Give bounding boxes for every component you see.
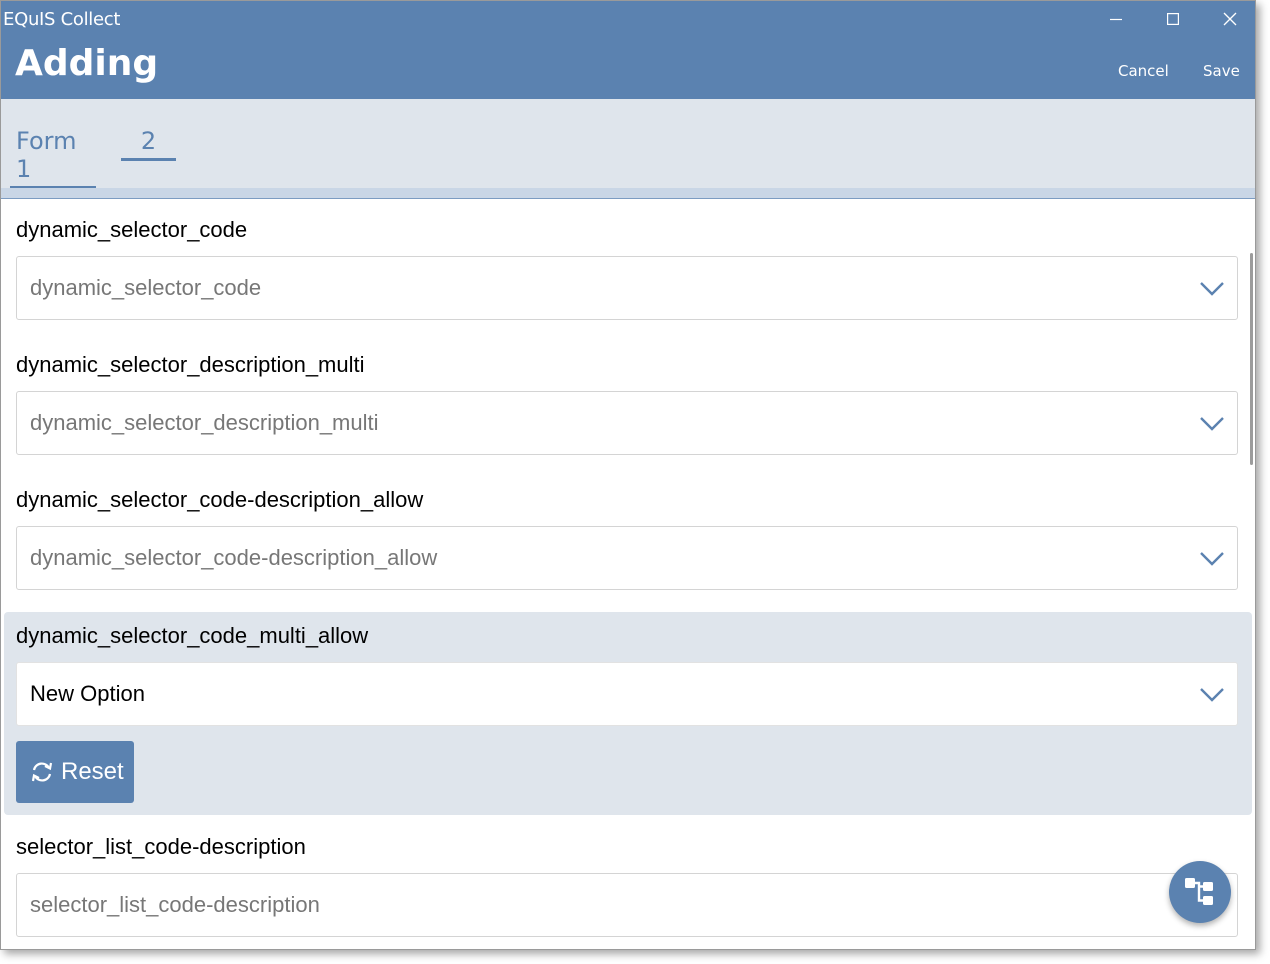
app-window: EQuIS Collect Adding Cancel Save Form 1 … [0, 0, 1256, 950]
close-window-button[interactable] [1202, 1, 1255, 37]
chevron-down-icon [1200, 688, 1224, 702]
form-tab-bar: Form 1 2 [1, 99, 1255, 189]
tab-form-1[interactable]: Form 1 [10, 127, 96, 189]
dynamic-selector-code-description-allow-select[interactable]: dynamic_selector_code-description_allow [16, 526, 1238, 590]
tab-divider [1, 188, 1255, 199]
field-label-selector-list-code-description: selector_list_code-description [16, 834, 306, 859]
field-label-dynamic-selector-code-description-allow: dynamic_selector_code-description_allow [16, 487, 424, 512]
maximize-button[interactable] [1145, 1, 1201, 37]
reset-button[interactable]: Reset [16, 741, 134, 803]
select-placeholder: dynamic_selector_code-description_allow [30, 545, 438, 570]
page-title: Adding [15, 43, 159, 84]
selector-list-code-description-select[interactable]: selector_list_code-description [16, 873, 1238, 937]
form-tree-button[interactable] [1169, 861, 1231, 923]
save-button[interactable]: Save [1203, 62, 1240, 80]
hierarchy-icon [1185, 878, 1213, 905]
select-value: New Option [30, 681, 145, 706]
field-label-dynamic-selector-code-multi-allow: dynamic_selector_code_multi_allow [16, 623, 369, 648]
select-placeholder: selector_list_code-description [30, 892, 320, 917]
chevron-down-icon [1200, 417, 1224, 431]
field-label-dynamic-selector-description-multi: dynamic_selector_description_multi [16, 352, 365, 377]
tab-2[interactable]: 2 [121, 127, 176, 161]
vertical-scrollbar[interactable] [1250, 253, 1253, 465]
maximize-icon [1167, 13, 1179, 25]
refresh-icon [31, 762, 53, 782]
dynamic-selector-code-multi-allow-select[interactable]: New Option [16, 662, 1238, 726]
app-title: EQuIS Collect [3, 9, 121, 30]
chevron-down-icon [1200, 552, 1224, 566]
minimize-button[interactable] [1088, 1, 1144, 37]
field-label-dynamic-selector-code: dynamic_selector_code [16, 217, 248, 242]
close-icon [1223, 12, 1237, 26]
dynamic-selector-description-multi-select[interactable]: dynamic_selector_description_multi [16, 391, 1238, 455]
select-placeholder: dynamic_selector_description_multi [30, 410, 379, 435]
cancel-button[interactable]: Cancel [1118, 62, 1169, 80]
reset-label: Reset [61, 758, 124, 785]
title-bar: EQuIS Collect Adding Cancel Save [1, 1, 1255, 99]
dynamic-selector-code-select[interactable]: dynamic_selector_code [16, 256, 1238, 320]
form-content: dynamic_selector_code dynamic_selector_c… [1, 199, 1255, 949]
chevron-down-icon [1200, 282, 1224, 296]
select-placeholder: dynamic_selector_code [30, 275, 262, 300]
minimize-icon [1110, 18, 1122, 21]
